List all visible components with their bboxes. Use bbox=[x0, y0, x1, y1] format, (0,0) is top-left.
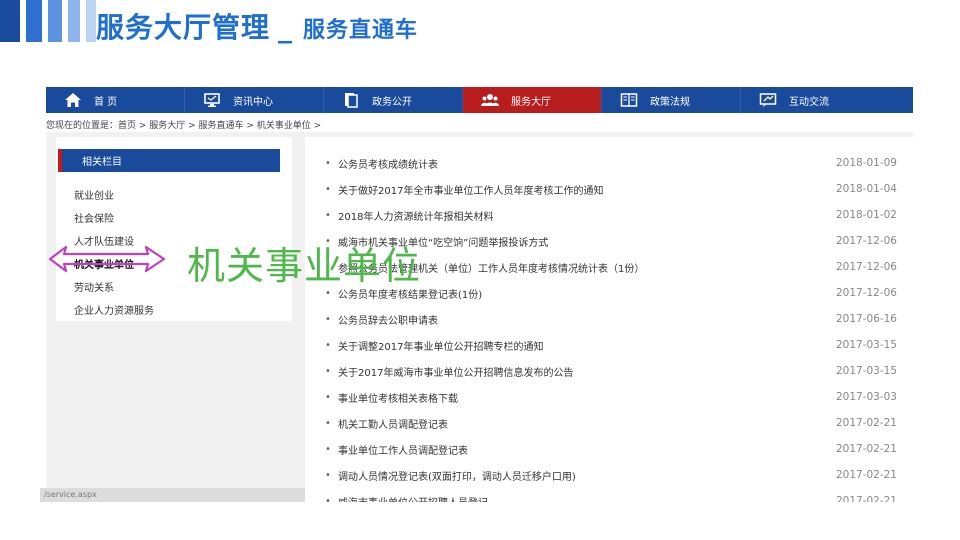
list-item-date: 2017-03-15 bbox=[835, 365, 897, 377]
nav-item-gov-affairs[interactable]: 政务公开 bbox=[324, 87, 463, 113]
home-icon bbox=[64, 92, 82, 108]
bullet: • bbox=[325, 443, 331, 455]
list-item[interactable]: • 公务员辞去公职申请表 2017-06-16 bbox=[305, 306, 913, 332]
main-nav: 首 页 资讯中心 政务公开 服务大厅 政策法规 互动交流 bbox=[46, 87, 913, 113]
nav-item-label: 首 页 bbox=[94, 96, 118, 108]
decorative-bars bbox=[0, 0, 96, 42]
list-item-date: 2017-03-03 bbox=[835, 391, 897, 403]
nav-item-news[interactable]: 资讯中心 bbox=[185, 87, 324, 113]
sidebar-item-hr-services[interactable]: 企业人力资源服务 bbox=[74, 298, 274, 321]
list-item[interactable]: • 公务员考核成绩统计表 2018-01-09 bbox=[305, 150, 913, 176]
nav-item-home[interactable]: 首 页 bbox=[46, 87, 185, 113]
nav-item-interaction[interactable]: 互动交流 bbox=[741, 87, 913, 113]
list-item-date: 2017-02-21 bbox=[835, 495, 897, 502]
list-item[interactable]: • 机关工勤人员调配登记表 2017-02-21 bbox=[305, 410, 913, 436]
list-item[interactable]: • 2018年人力资源统计年报相关材料 2018-01-02 bbox=[305, 202, 913, 228]
slide-title-separator: _ bbox=[278, 11, 294, 44]
nav-item-service-hall[interactable]: 服务大厅 bbox=[463, 87, 602, 113]
nav-item-label: 政策法规 bbox=[650, 96, 690, 108]
list-item-date: 2017-02-21 bbox=[835, 417, 897, 429]
sidebar-item-employment[interactable]: 就业创业 bbox=[74, 183, 274, 206]
nav-item-label: 政务公开 bbox=[372, 96, 412, 108]
list-item-date: 2018-01-02 bbox=[835, 209, 897, 221]
list-item[interactable]: • 事业单位工作人员调配登记表 2017-02-21 bbox=[305, 436, 913, 462]
bullet: • bbox=[325, 469, 331, 481]
list-item-date: 2017-06-16 bbox=[835, 313, 897, 325]
sidebar-item-social-insurance[interactable]: 社会保险 bbox=[74, 206, 274, 229]
slide-title-main: 服务大厅管理 bbox=[96, 11, 271, 44]
list-item[interactable]: • 事业单位考核相关表格下载 2017-03-03 bbox=[305, 384, 913, 410]
sidebar: 相关栏目 就业创业 社会保险 人才队伍建设 机关事业单位 劳动关系 企业人力资源… bbox=[56, 137, 292, 321]
list-item[interactable]: • 关于2017年威海市事业单位公开招聘信息发布的公告 2017-03-15 bbox=[305, 358, 913, 384]
users-icon bbox=[481, 92, 499, 108]
list-item-date: 2017-12-06 bbox=[835, 287, 897, 299]
chat-icon bbox=[759, 92, 777, 108]
nav-item-label: 资讯中心 bbox=[233, 96, 273, 108]
list-item-date: 2017-12-06 bbox=[835, 235, 897, 247]
list-item-title[interactable]: 事业单位工作人员调配登记表 bbox=[338, 442, 468, 457]
nav-item-label: 互动交流 bbox=[789, 96, 829, 108]
bullet: • bbox=[325, 313, 331, 325]
nav-item-policy[interactable]: 政策法规 bbox=[602, 87, 741, 113]
bullet: • bbox=[325, 365, 331, 377]
bullet: • bbox=[325, 183, 331, 195]
bullet: • bbox=[325, 495, 331, 503]
list-item[interactable]: • 调动人员情况登记表(双面打印，调动人员迁移户口用) 2017-02-21 bbox=[305, 462, 913, 488]
list-item-title[interactable]: 公务员考核成绩统计表 bbox=[338, 156, 438, 171]
list-item-date: 2017-03-15 bbox=[835, 339, 897, 351]
status-bar-url: /service.aspx bbox=[40, 488, 305, 502]
list-item-title[interactable]: 事业单位考核相关表格下载 bbox=[338, 390, 458, 405]
list-item-title[interactable]: 2018年人力资源统计年报相关材料 bbox=[338, 208, 493, 223]
list-item-date: 2018-01-04 bbox=[835, 183, 897, 195]
list-item-date: 2017-02-21 bbox=[835, 469, 897, 481]
monitor-icon bbox=[203, 92, 221, 108]
bullet: • bbox=[325, 391, 331, 403]
bullet: • bbox=[325, 339, 331, 351]
list-item-date: 2017-02-21 bbox=[835, 443, 897, 455]
double-arrow-annotation bbox=[48, 245, 166, 273]
nav-item-label: 服务大厅 bbox=[511, 96, 551, 108]
list-item-title[interactable]: 公务员辞去公职申请表 bbox=[338, 312, 438, 327]
breadcrumb: 您现在的位置是：首页 > 服务大厅 > 服务直通车 > 机关事业单位 > bbox=[46, 121, 322, 131]
document-icon bbox=[342, 92, 360, 108]
list-item-title[interactable]: 威海市事业单位公开招聘人员登记 bbox=[338, 494, 488, 503]
list-item[interactable]: • 关于调整2017年事业单位公开招聘专栏的通知 2017-03-15 bbox=[305, 332, 913, 358]
list-item-title[interactable]: 关于做好2017年全市事业单位工作人员年度考核工作的通知 bbox=[338, 182, 603, 197]
bullet: • bbox=[325, 209, 331, 221]
book-icon bbox=[620, 92, 638, 108]
bullet: • bbox=[325, 157, 331, 169]
list-item-title[interactable]: 调动人员情况登记表(双面打印，调动人员迁移户口用) bbox=[338, 468, 576, 483]
bullet: • bbox=[325, 417, 331, 429]
annotation-label: 机关事业单位 bbox=[187, 244, 422, 288]
list-item-date: 2018-01-09 bbox=[835, 157, 897, 169]
list-item-title[interactable]: 关于2017年威海市事业单位公开招聘信息发布的公告 bbox=[338, 364, 573, 379]
slide-subtitle: 服务直通车 bbox=[303, 18, 419, 43]
article-list: • 公务员考核成绩统计表 2018-01-09 • 关于做好2017年全市事业单位工作… bbox=[305, 137, 913, 502]
list-item-title[interactable]: 关于调整2017年事业单位公开招聘专栏的通知 bbox=[338, 338, 543, 353]
slide-title: 服务大厅管理 _ 服务直通车 bbox=[96, 6, 418, 46]
list-item-date: 2017-12-06 bbox=[835, 261, 897, 273]
list-item-title[interactable]: 机关工勤人员调配登记表 bbox=[338, 416, 448, 431]
slide-header: 服务大厅管理 _ 服务直通车 bbox=[0, 0, 960, 52]
list-item[interactable]: • 关于做好2017年全市事业单位工作人员年度考核工作的通知 2018-01-04 bbox=[305, 176, 913, 202]
list-item[interactable]: • 威海市事业单位公开招聘人员登记 2017-02-21 bbox=[305, 488, 913, 502]
sidebar-heading: 相关栏目 bbox=[58, 149, 280, 172]
